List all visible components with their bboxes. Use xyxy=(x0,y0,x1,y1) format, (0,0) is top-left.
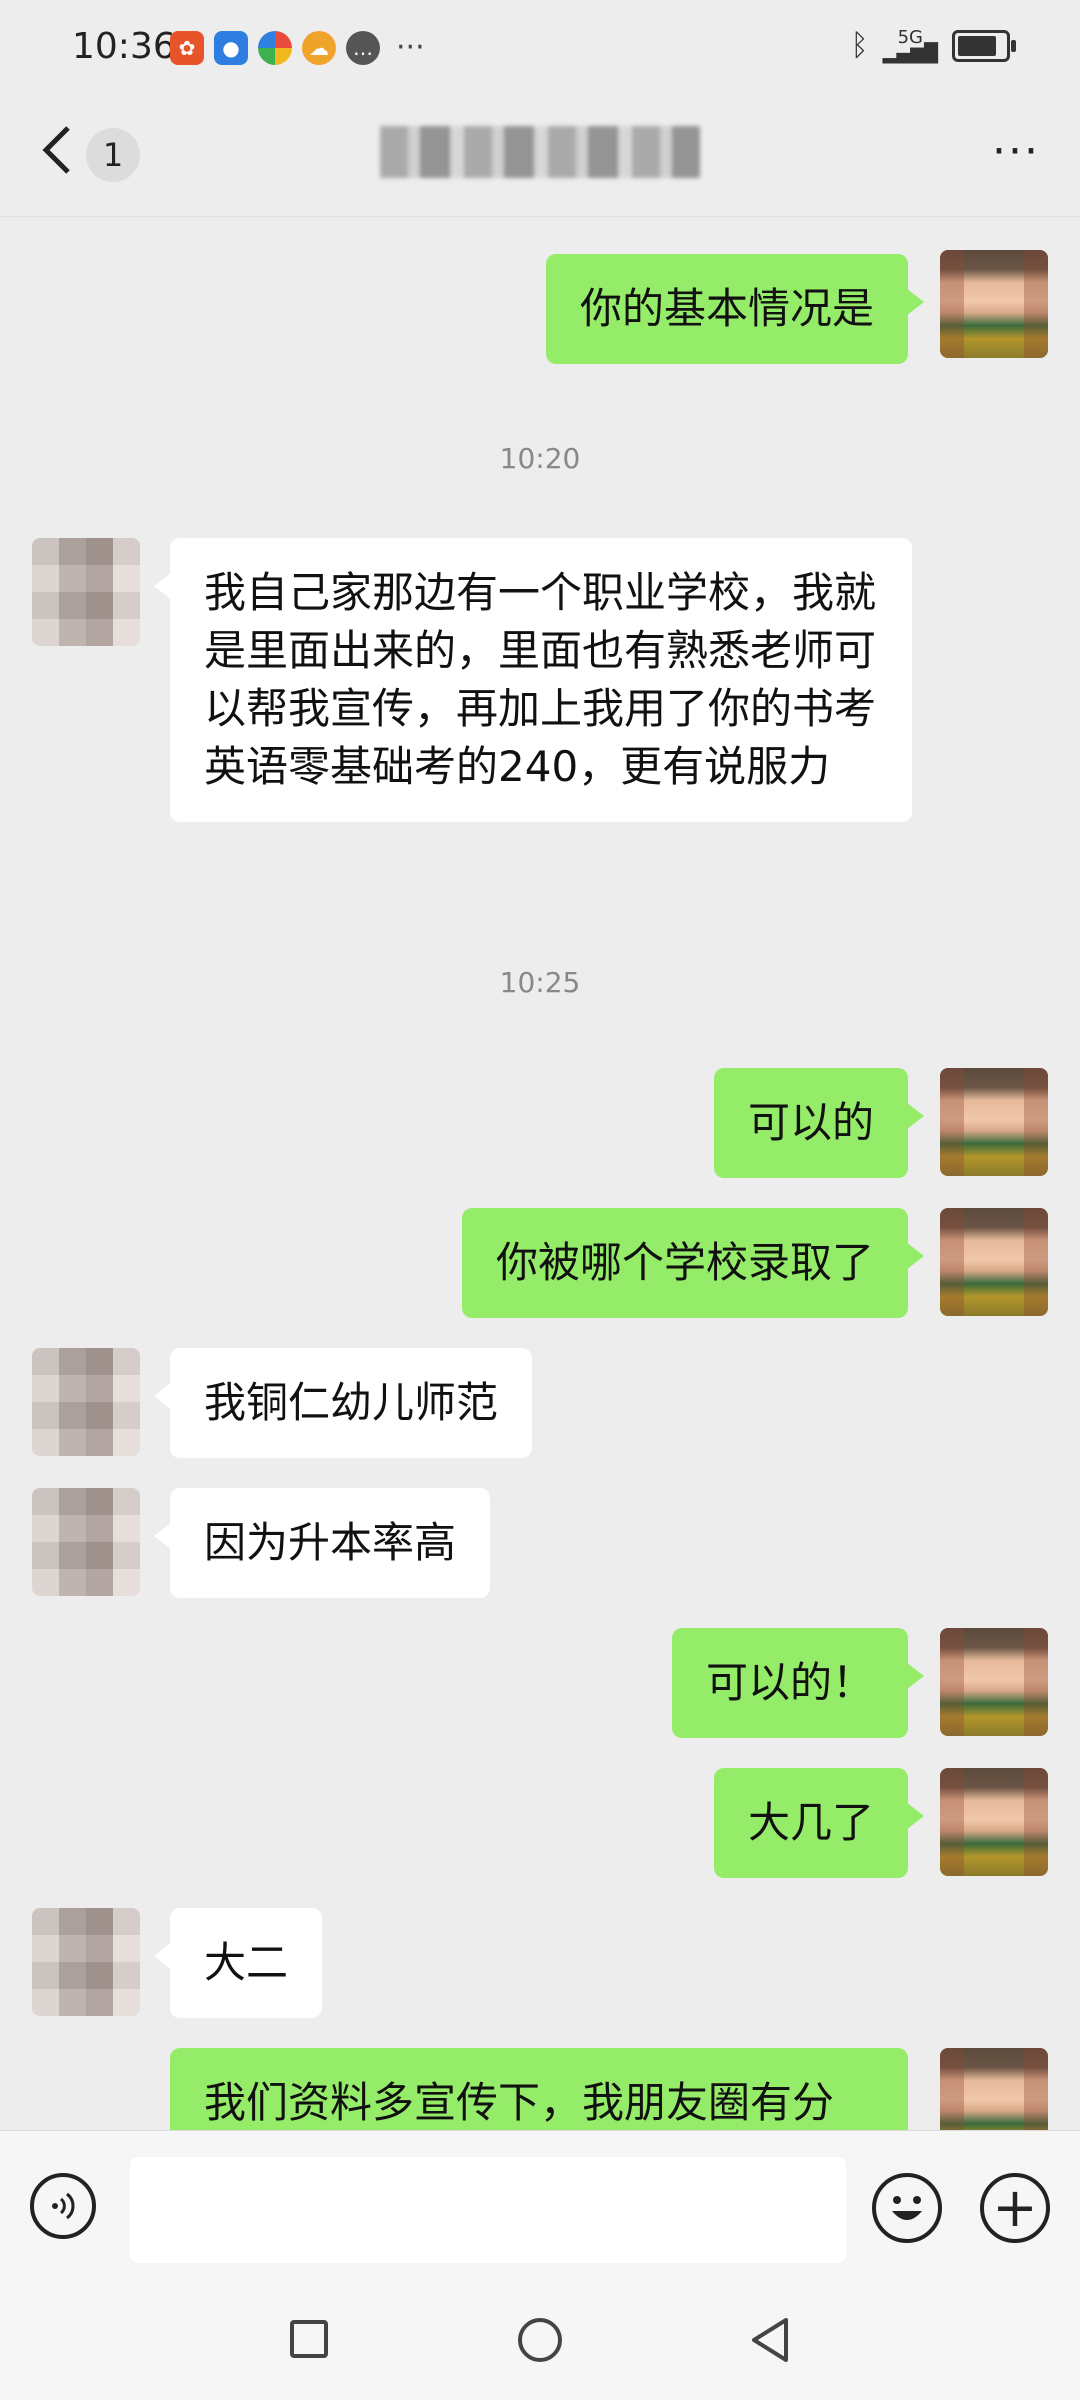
message-row: 我铜仁幼儿师范 xyxy=(0,1348,1080,1458)
system-nav-bar xyxy=(0,2290,1080,2400)
peer-avatar[interactable] xyxy=(32,1488,140,1596)
peer-avatar[interactable] xyxy=(32,1348,140,1456)
battery-icon xyxy=(952,29,1016,62)
message-row: 我们资料多宣传下，我朋友圈有分 xyxy=(0,2048,1080,2130)
peer-avatar[interactable] xyxy=(32,1908,140,2016)
my-message-bubble[interactable]: 我们资料多宣传下，我朋友圈有分 xyxy=(170,2048,908,2130)
weather-icon: ☁ xyxy=(302,30,336,65)
message-timestamp: 10:25 xyxy=(499,966,581,999)
chevron-left-icon xyxy=(42,126,70,174)
message-row: 可以的！ xyxy=(0,1628,1080,1738)
smiley-icon xyxy=(892,2196,922,2220)
message-row: 大几了 xyxy=(0,1768,1080,1878)
signal-icon: 5G ▂▄▆█ xyxy=(882,26,938,64)
more-notifications: ··· xyxy=(396,30,425,65)
chat-header: 1 ··· xyxy=(0,96,1080,217)
message-row: 大二 xyxy=(0,1908,1080,2018)
voice-icon xyxy=(52,2192,75,2220)
nav-back-button[interactable] xyxy=(748,2316,792,2364)
message-icon: … xyxy=(346,30,380,65)
notification-icons: ✿ ● ☁ … ··· xyxy=(170,30,425,65)
my-avatar[interactable] xyxy=(940,250,1048,358)
peer-message-bubble[interactable]: 我铜仁幼儿师范 xyxy=(153,1348,533,1458)
more-menu-button[interactable]: ··· xyxy=(992,130,1040,174)
my-message-bubble[interactable]: 可以的！ xyxy=(671,1628,925,1738)
plus-button[interactable]: + xyxy=(980,2173,1050,2243)
peer-avatar[interactable] xyxy=(32,538,140,646)
my-avatar[interactable] xyxy=(940,1768,1048,1876)
my-message-bubble[interactable]: 可以的 xyxy=(713,1068,925,1178)
peer-message-bubble[interactable]: 因为升本率高 xyxy=(153,1488,491,1598)
status-time: 10:36 xyxy=(72,26,176,67)
plus-icon: + xyxy=(992,2176,1038,2239)
my-message-bubble[interactable]: 你被哪个学校录取了 xyxy=(461,1208,925,1318)
peer-message-bubble[interactable]: 大二 xyxy=(153,1908,323,2018)
browser-icon: ● xyxy=(214,30,248,65)
status-bar: 10:36 ✿ ● ☁ … ··· ᛒ 5G ▂▄▆█ xyxy=(0,0,1080,96)
my-message-bubble[interactable]: 你的基本情况是 xyxy=(545,254,925,364)
message-row: 因为升本率高 xyxy=(0,1488,1080,1598)
network-type: 5G xyxy=(897,26,924,48)
peer-message-bubble[interactable]: 我自己家那边有一个职业学校，我就是里面出来的，里面也有熟悉老师可以帮我宣传，再加… xyxy=(154,538,912,822)
my-avatar[interactable] xyxy=(940,1208,1048,1316)
home-button[interactable] xyxy=(518,2318,562,2362)
my-avatar[interactable] xyxy=(940,1068,1048,1176)
message-row: 可以的 xyxy=(0,1068,1080,1178)
message-row: 我自己家那边有一个职业学校，我就是里面出来的，里面也有熟悉老师可以帮我宣传，再加… xyxy=(0,538,1080,878)
back-button[interactable] xyxy=(38,120,78,180)
emoji-button[interactable] xyxy=(872,2173,942,2243)
message-row: 你的基本情况是 xyxy=(0,250,1080,364)
bluetooth-icon: ᛒ xyxy=(850,28,869,63)
color-app-icon xyxy=(258,30,292,65)
status-right: ᛒ 5G ▂▄▆█ xyxy=(850,26,1016,64)
my-avatar[interactable] xyxy=(940,2048,1048,2130)
voice-button[interactable] xyxy=(30,2173,96,2239)
unread-badge[interactable]: 1 xyxy=(86,128,140,182)
my-message-bubble[interactable]: 大几了 xyxy=(713,1768,925,1878)
message-row: 你被哪个学校录取了 xyxy=(0,1208,1080,1318)
message-list[interactable]: 你的基本情况是 10:20 我自己家那边有一个职业学校，我就是里面出来的，里面也… xyxy=(0,216,1080,2130)
message-input[interactable] xyxy=(130,2157,846,2263)
input-bar: + xyxy=(0,2130,1080,2291)
message-timestamp: 10:20 xyxy=(499,442,581,475)
chat-title xyxy=(380,126,700,178)
my-avatar[interactable] xyxy=(940,1628,1048,1736)
baidu-app-icon: ✿ xyxy=(170,30,204,65)
recent-apps-button[interactable] xyxy=(290,2320,328,2358)
